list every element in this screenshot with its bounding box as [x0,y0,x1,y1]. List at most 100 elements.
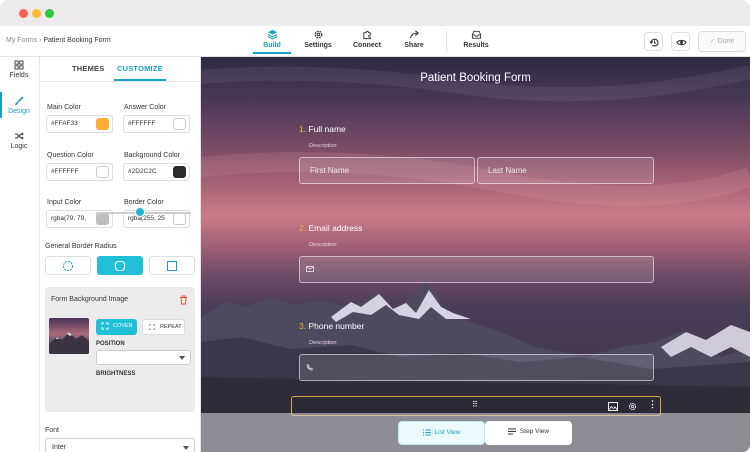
maximize-window-dot[interactable] [45,9,54,18]
tab-share[interactable]: Share [393,29,435,49]
mountain-background-art [201,65,750,452]
close-window-dot[interactable] [19,9,28,18]
nav-divider [446,31,447,51]
tab-results[interactable]: Results [455,29,497,49]
step-view-toggle[interactable]: Step View [485,421,572,445]
background-image-section: Form Background Image COVER REPEAT POSIT… [45,287,195,412]
tab-settings-label: Settings [304,42,332,49]
rail-item-design[interactable]: Design [0,92,38,118]
input-color-swatch[interactable] [96,213,109,225]
main-color-swatch[interactable] [96,118,109,130]
mountain-thumbnail-art [49,332,89,354]
font-select-value: Inter [52,444,67,451]
grid-icon [14,60,24,70]
position-select[interactable] [96,350,191,365]
tab-share-label: Share [404,42,424,49]
question-email-address[interactable]: 2. Email address [299,223,362,233]
left-rail: Fields Design Logic [0,57,40,452]
answer-color-field[interactable]: #FFFFFF [123,115,190,133]
breadcrumb-current: Patient Booking Form [43,37,111,44]
expand-icon [101,322,109,330]
done-button[interactable]: ✓ Done [698,31,746,52]
tab-divider [40,81,201,82]
main-color-label: Main Color [47,104,81,111]
tab-connect[interactable]: Connect [346,29,388,49]
question-color-field[interactable]: #FFFFFF [46,163,113,181]
repeat-button[interactable]: REPEAT [142,319,185,335]
question-label: Email address [308,223,363,233]
answer-color-swatch[interactable] [173,118,186,130]
chevron-down-icon [183,446,189,450]
design-panel: THEMES CUSTOMIZE Main Color #FFAF33 Answ… [40,57,201,452]
share-icon [409,30,419,39]
trash-icon[interactable] [179,295,188,305]
question-color-label: Question Color [47,152,94,159]
brush-icon [15,96,24,105]
border-radius-label: General Border Radius [45,243,117,250]
cover-button-label: COVER [113,323,133,329]
rail-item-fields[interactable]: Fields [0,60,38,79]
gear-icon [314,30,322,39]
border-color-label: Border Color [124,199,164,206]
chevron-down-icon [179,356,185,360]
preview-button[interactable] [671,32,690,51]
question-color-value: #FFFFFF [51,168,79,175]
question-full-name[interactable]: 1. Full name [299,124,346,134]
more-vertical-icon[interactable]: ⋮ [648,399,657,410]
background-image-thumbnail[interactable] [49,318,89,354]
phone-input[interactable] [299,354,654,381]
question-number: 1. [299,124,307,134]
radius-option-rounded[interactable] [97,256,143,275]
main-color-field[interactable]: #FFAF33 [46,115,113,133]
question-color-swatch[interactable] [96,166,109,178]
form-title: Patient Booking Form [420,72,531,84]
question-phone-number[interactable]: 3. Phone number [299,321,364,331]
tab-themes[interactable]: THEMES [72,64,104,73]
steps-icon [507,428,516,435]
list-icon [422,429,431,436]
eye-icon [676,39,687,46]
first-name-input[interactable]: First Name [299,157,475,184]
done-button-label: Done [717,38,735,45]
rail-item-fields-label: Fields [9,72,29,79]
inbox-icon [471,30,481,39]
tab-build[interactable]: Build [251,29,293,54]
question-label: Full name [308,124,346,134]
radius-option-round[interactable] [45,256,91,275]
image-icon[interactable] [608,402,618,411]
list-view-toggle[interactable]: List View [398,421,485,445]
breadcrumb-my-forms[interactable]: My Forms [6,37,37,44]
email-input[interactable] [299,256,654,283]
font-select[interactable]: Inter [45,438,195,452]
font-label: Font [45,427,60,434]
first-name-placeholder: First Name [310,166,350,175]
puzzle-icon [362,30,371,40]
radius-option-square[interactable] [149,256,195,275]
shuffle-icon [15,132,24,140]
repeat-icon [149,324,155,330]
tab-customize[interactable]: CUSTOMIZE [117,64,163,73]
border-color-swatch[interactable] [173,213,186,225]
cover-button[interactable]: COVER [96,319,137,335]
list-view-label: List View [434,429,461,436]
rail-item-logic[interactable]: Logic [0,131,38,150]
background-color-swatch[interactable] [173,166,186,178]
border-color-value: rgba(255, 25 [128,215,165,222]
rounded-square-icon [114,260,126,272]
tab-settings[interactable]: Settings [297,29,339,49]
window-titlebar [0,0,750,26]
minimize-window-dot[interactable] [32,9,41,18]
drag-handle-icon[interactable]: ⠿ [472,400,478,409]
answer-color-value: #FFFFFF [128,120,156,127]
background-color-field[interactable]: #2D2C2C [123,163,190,181]
step-view-label: Step View [519,428,550,435]
brightness-slider-handle[interactable] [135,207,145,217]
question-description: Description [309,340,337,346]
gear-icon[interactable] [628,402,637,411]
question-number: 3. [299,321,307,331]
history-button[interactable] [644,32,663,51]
last-name-placeholder: Last Name [488,166,527,175]
question-number: 2. [299,223,307,233]
question-description: Description [309,143,337,149]
last-name-input[interactable]: Last Name [477,157,654,184]
